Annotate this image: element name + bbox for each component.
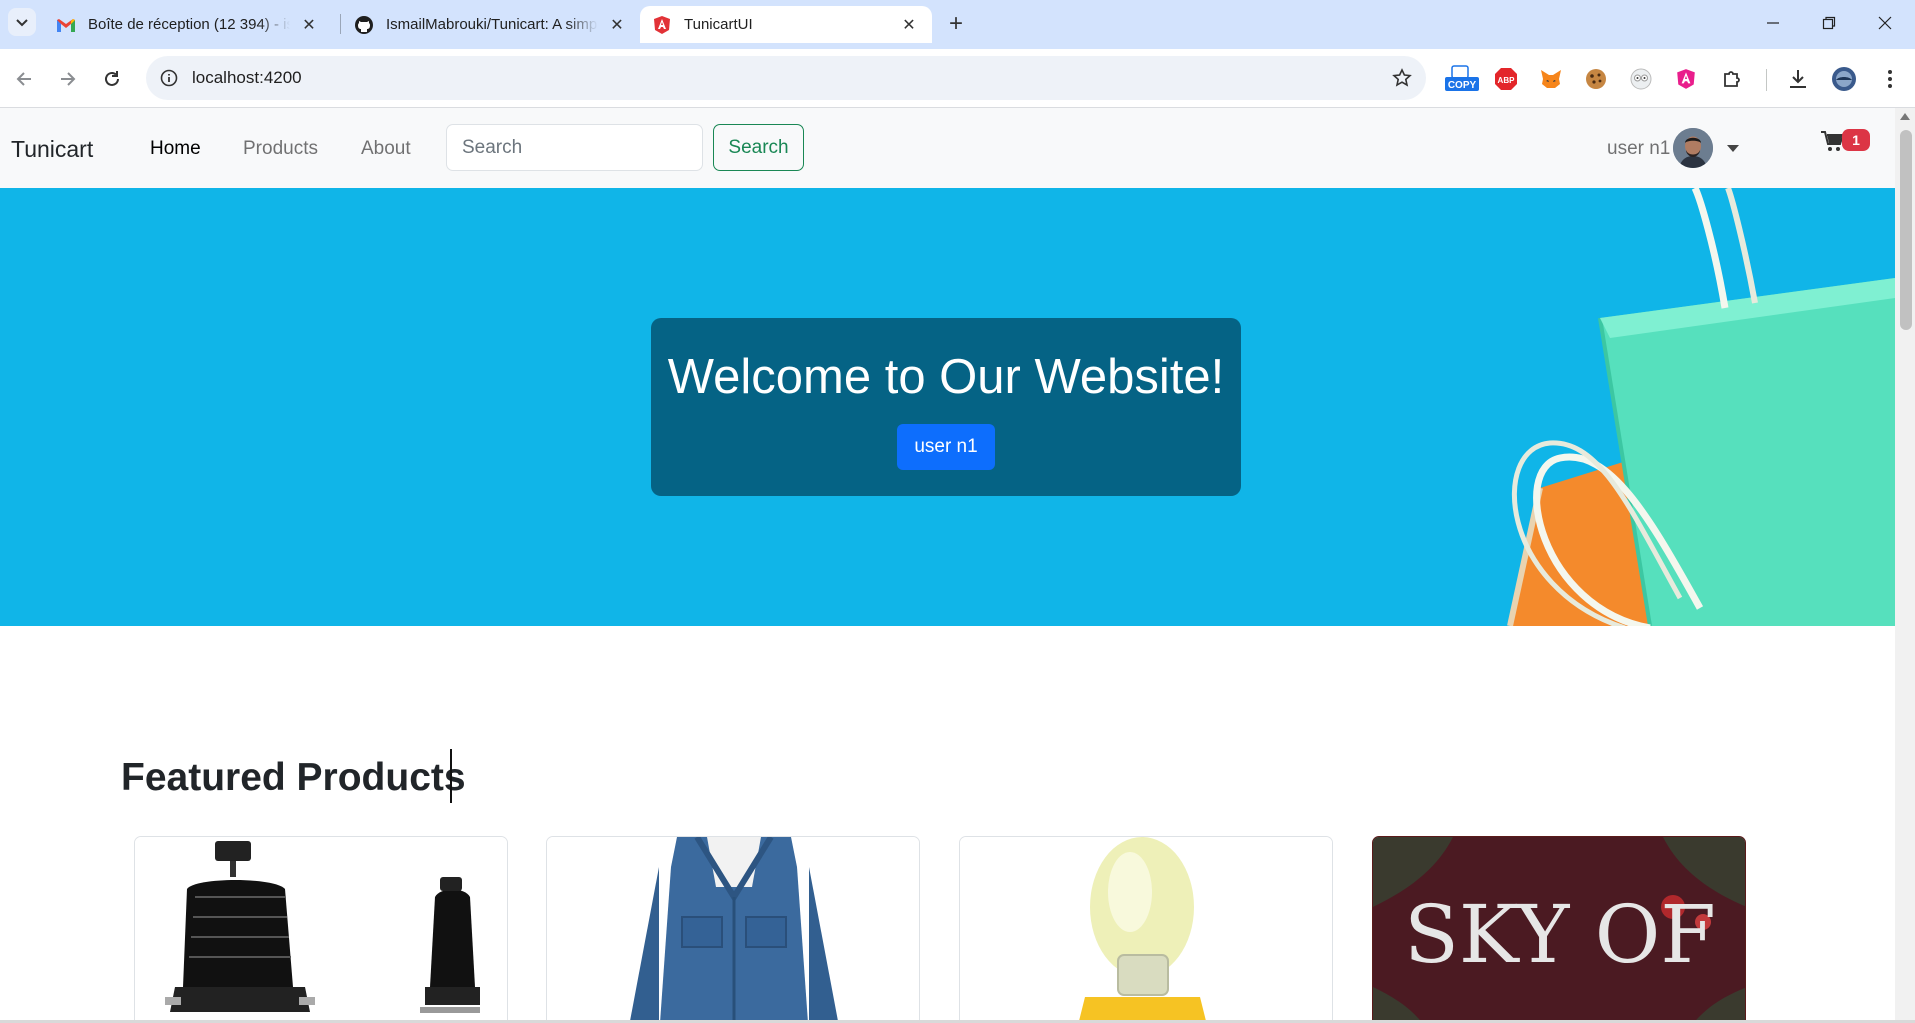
- arrow-left-icon: [16, 72, 31, 86]
- shopping-cart-icon[interactable]: [1820, 130, 1845, 154]
- address-bar[interactable]: localhost:4200: [146, 56, 1426, 100]
- adblock-icon[interactable]: ABP: [1492, 65, 1520, 93]
- tab-divider: [340, 14, 341, 34]
- tab-github[interactable]: IsmailMabrouki/Tunicart: A simple ✕: [342, 6, 640, 43]
- hero-user-button[interactable]: user n1: [897, 424, 995, 470]
- profile-avatar-icon[interactable]: [1830, 65, 1858, 93]
- user-name[interactable]: user n1: [1607, 138, 1670, 160]
- browser-tab-strip: Boîte de réception (12 394) - ismail ✕ I…: [0, 0, 1915, 49]
- hero-card: Welcome to Our Website! user n1: [651, 318, 1241, 496]
- close-icon: [1878, 16, 1892, 30]
- book-cover-image: SKY OF: [1373, 837, 1745, 1023]
- cookie-icon[interactable]: [1582, 65, 1610, 93]
- denim-jacket-image: [547, 837, 919, 1023]
- window-close-button[interactable]: [1862, 6, 1908, 40]
- bookmark-star-icon[interactable]: [1390, 66, 1414, 90]
- shopping-bags-illustration: [1507, 188, 1895, 626]
- close-icon[interactable]: ✕: [298, 14, 320, 36]
- tab-tunicartui[interactable]: TunicartUI ✕: [640, 6, 932, 43]
- scrollbar-thumb[interactable]: [1900, 130, 1912, 330]
- tab-title: IsmailMabrouki/Tunicart: A simple: [386, 16, 598, 33]
- close-icon[interactable]: ✕: [606, 14, 628, 36]
- search-button[interactable]: Search: [713, 124, 804, 171]
- address-text: localhost:4200: [192, 68, 302, 87]
- copy-extension-label: COPY: [1448, 80, 1477, 91]
- product-card[interactable]: [134, 836, 508, 1023]
- site-info-icon[interactable]: [158, 67, 180, 89]
- metamask-icon[interactable]: [1537, 65, 1565, 93]
- angular-devtools-icon[interactable]: [1672, 65, 1700, 93]
- book-title-text: SKY OF: [1404, 888, 1716, 981]
- back-button[interactable]: [8, 63, 40, 95]
- user-avatar[interactable]: [1673, 128, 1713, 168]
- chevron-down-icon: [16, 19, 28, 27]
- forward-button[interactable]: [52, 63, 84, 95]
- nav-link-products[interactable]: Products: [243, 138, 318, 160]
- search-input[interactable]: [446, 124, 703, 171]
- extensions-puzzle-icon[interactable]: [1718, 65, 1746, 93]
- browser-toolbar: localhost:4200 COPY ABP: [0, 49, 1915, 108]
- github-icon: [354, 15, 374, 35]
- minimize-button[interactable]: [1750, 6, 1796, 40]
- product-card[interactable]: [546, 836, 920, 1023]
- copy-extension-icon[interactable]: COPY: [1444, 65, 1480, 93]
- brand-logo[interactable]: Tunicart: [11, 136, 93, 163]
- tab-title: Boîte de réception (12 394) - ismail: [88, 16, 290, 33]
- featured-products-title: Featured Products: [121, 756, 466, 799]
- gmail-icon: [56, 15, 76, 35]
- tab-title: TunicartUI: [684, 16, 753, 33]
- nav-link-home[interactable]: Home: [150, 138, 201, 160]
- angular-icon: [652, 15, 672, 35]
- user-dropdown-caret-icon[interactable]: [1727, 145, 1739, 152]
- perfume-bottle-image: [960, 837, 1332, 1023]
- text-caret: [450, 749, 452, 803]
- owl-icon[interactable]: [1627, 65, 1655, 93]
- cart-count-badge: 1: [1842, 129, 1870, 151]
- product-card[interactable]: SKY OF: [1372, 836, 1746, 1023]
- page-viewport: Tunicart Home Products About Search user…: [0, 108, 1895, 1023]
- restore-button[interactable]: [1806, 6, 1852, 40]
- new-tab-button[interactable]: +: [942, 10, 970, 38]
- reload-button[interactable]: [96, 63, 128, 95]
- restore-icon: [1822, 16, 1836, 30]
- hero-banner: Welcome to Our Website! user n1: [0, 188, 1895, 626]
- toolbar-divider: [1766, 69, 1767, 91]
- browser-menu-icon[interactable]: [1876, 65, 1904, 93]
- tab-gmail[interactable]: Boîte de réception (12 394) - ismail ✕: [44, 6, 332, 43]
- adblock-label: ABP: [1498, 76, 1516, 85]
- close-icon[interactable]: ✕: [898, 14, 920, 36]
- reload-icon: [105, 71, 119, 86]
- nav-link-about[interactable]: About: [361, 138, 411, 160]
- tab-search-button[interactable]: [8, 8, 36, 36]
- download-icon[interactable]: [1784, 65, 1812, 93]
- site-navbar: Tunicart Home Products About Search user…: [0, 108, 1895, 188]
- office-chair-image: [135, 837, 507, 1023]
- minimize-icon: [1767, 22, 1779, 24]
- hero-title: Welcome to Our Website!: [667, 350, 1225, 404]
- page-scrollbar[interactable]: [1895, 108, 1915, 1023]
- scroll-up-arrow-icon[interactable]: [1900, 113, 1910, 120]
- product-card[interactable]: [959, 836, 1333, 1023]
- arrow-right-icon: [61, 72, 76, 86]
